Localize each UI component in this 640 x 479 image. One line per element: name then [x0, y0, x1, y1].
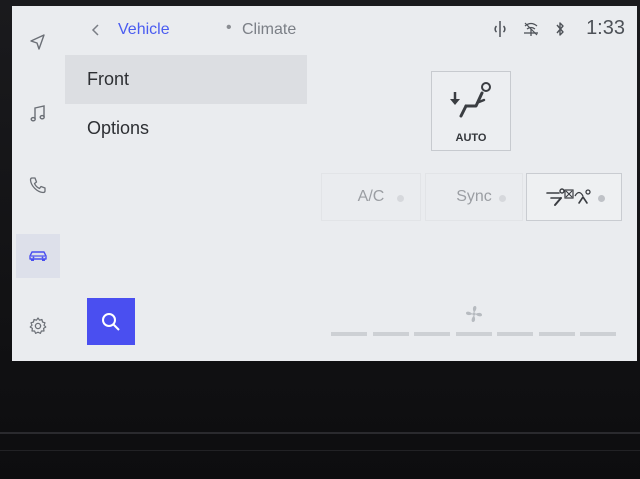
menu-item-label: Front: [87, 69, 130, 89]
recirculation-indicator-dot: [598, 195, 605, 202]
wireless-charging-icon: [494, 20, 506, 37]
fan-speed-segment[interactable]: [538, 332, 575, 336]
ac-button[interactable]: A/C: [321, 173, 421, 221]
vehicle-icon: [29, 251, 47, 261]
settings-icon: [29, 317, 47, 334]
auto-seat-airflow-icon: [450, 82, 491, 118]
ac-indicator-dot: [397, 195, 404, 202]
music-icon: [30, 105, 45, 122]
air-recirculation-icon: [546, 188, 591, 206]
breadcrumb-vehicle[interactable]: Vehicle: [118, 21, 170, 39]
fan-speed-segment[interactable]: [414, 332, 450, 336]
breadcrumb-climate: Climate: [242, 21, 297, 38]
auto-climate-button[interactable]: AUTO: [431, 71, 511, 151]
status-bar: 1:33: [492, 17, 625, 40]
clock: 1:33: [586, 17, 625, 39]
bluetooth-icon: [556, 21, 564, 36]
auto-label: AUTO: [455, 132, 487, 144]
air-recirculation-button[interactable]: [526, 173, 622, 221]
climate-menu: Front Options: [65, 55, 307, 153]
phone-icon: [29, 177, 46, 194]
fan-icon: [466, 306, 482, 322]
rail-phone[interactable]: [16, 163, 60, 207]
chevron-left-icon: [91, 24, 99, 36]
search-button[interactable]: [87, 298, 135, 345]
fan-speed-segment[interactable]: [580, 332, 616, 336]
fan-speed-segment[interactable]: [497, 332, 533, 336]
back-button[interactable]: [88, 20, 104, 40]
sync-button[interactable]: Sync: [425, 173, 523, 221]
fan-speed-segment[interactable]: [331, 332, 367, 336]
menu-item-front[interactable]: Front: [65, 55, 307, 104]
ac-label: A/C: [357, 188, 385, 205]
rail-vehicle[interactable]: [16, 234, 60, 278]
search-icon: [102, 312, 120, 331]
infotainment-screen: Vehicle • Climate 1:33 Front Options AUT…: [12, 6, 637, 361]
rail-navigation[interactable]: [16, 20, 60, 64]
breadcrumb-separator: •: [226, 19, 232, 36]
bezel-divider: [0, 432, 640, 434]
top-header: Vehicle • Climate 1:33: [64, 6, 637, 56]
fan-speed-segment[interactable]: [455, 332, 492, 336]
climate-panel: AUTO A/C Sync: [307, 55, 637, 361]
rail-music[interactable]: [16, 92, 60, 136]
rail-settings[interactable]: [16, 304, 60, 348]
navigation-icon: [30, 34, 45, 50]
sync-indicator-dot: [499, 195, 506, 202]
menu-item-label: Options: [87, 118, 150, 138]
sync-label: Sync: [456, 188, 492, 205]
no-signal-icon: [524, 22, 539, 36]
side-nav-rail: [12, 6, 64, 361]
fan-speed-segment[interactable]: [372, 332, 409, 336]
bezel-divider-lower: [0, 450, 640, 451]
menu-item-options[interactable]: Options: [65, 104, 307, 153]
